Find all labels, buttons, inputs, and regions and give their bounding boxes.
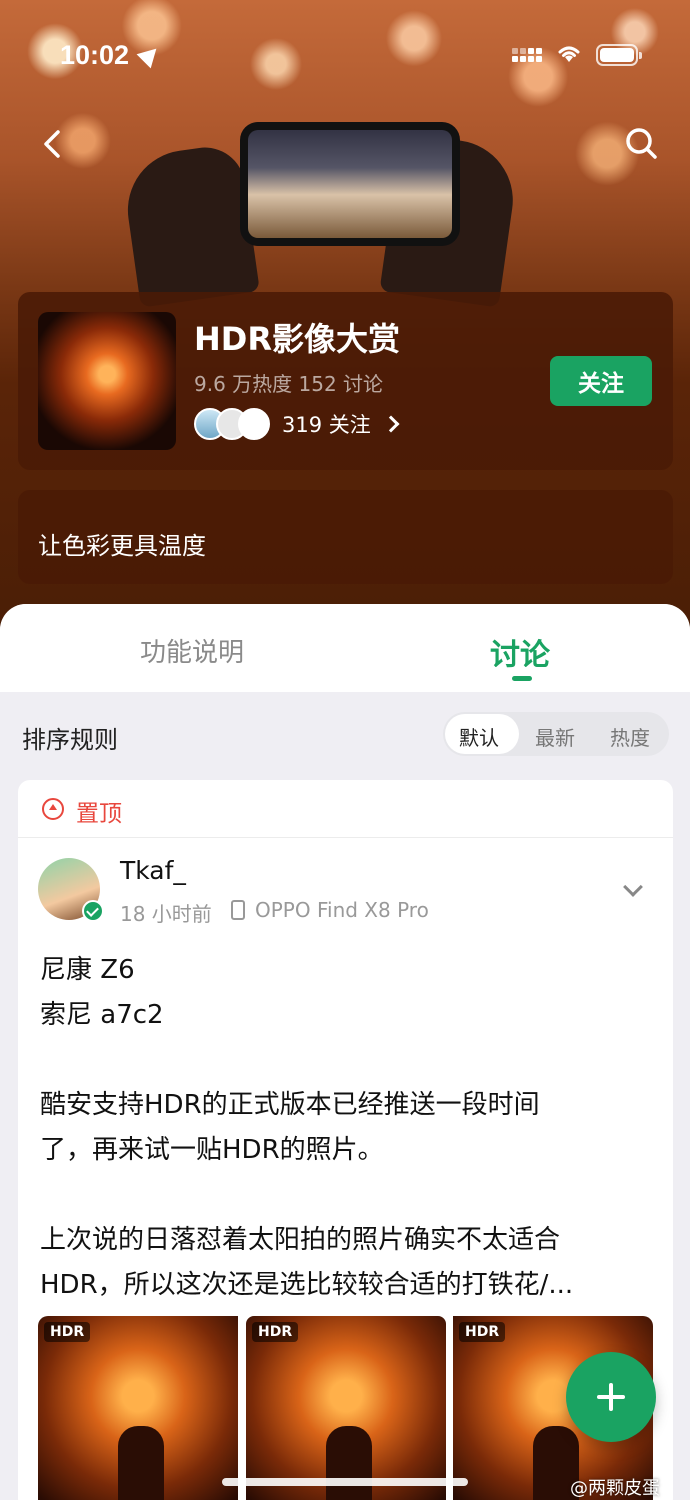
sort-option-hot[interactable]: 热度 [610, 722, 650, 751]
sort-bar: 排序规则 默认 最新 热度 [0, 692, 690, 780]
post-time: 18 小时前 [120, 902, 212, 926]
post-line: 酷安支持HDR的正式版本已经推送一段时间 [40, 1090, 540, 1120]
post-line [40, 1038, 640, 1083]
home-indicator[interactable] [222, 1478, 468, 1486]
tab-feature-description[interactable]: 功能说明 [140, 632, 244, 669]
topic-thumbnail [38, 312, 176, 450]
description-text: 让色彩更具温度 [38, 532, 206, 560]
sort-option-default[interactable]: 默认 [459, 722, 499, 751]
battery-icon [596, 44, 642, 66]
pinned-header: 置顶 [18, 780, 673, 838]
post-image-grid: HDR HDR HDR [38, 1316, 653, 1500]
post-body: 尼康 Z6 索尼 a7c2 酷安支持HDR的正式版本已经推送一段时间 了，再来试… [40, 948, 640, 1308]
topic-meta: 9.6 万热度 152 讨论 [194, 372, 384, 396]
wifi-icon [558, 46, 580, 62]
verified-icon [82, 900, 104, 922]
hdr-badge: HDR [252, 1322, 299, 1342]
post-line: 了，再来试一贴HDR的照片。 [40, 1135, 384, 1165]
watermark: @两颗皮蛋 [570, 1478, 660, 1499]
sort-option-latest[interactable]: 最新 [535, 722, 575, 751]
post-image[interactable]: HDR [38, 1316, 238, 1500]
hdr-badge: HDR [459, 1322, 506, 1342]
cellular-icon [512, 46, 544, 68]
chevron-right-icon [382, 415, 400, 433]
topic-card: HDR影像大赏 9.6 万热度 152 讨论 319 关注 关注 [18, 292, 673, 470]
followers-row[interactable]: 319 关注 [194, 406, 400, 442]
status-time: 10:02 [60, 40, 130, 70]
back-icon[interactable] [34, 124, 74, 164]
topic-description: 让色彩更具温度 [18, 490, 673, 584]
post-device: OPPO Find X8 Pro [255, 898, 429, 922]
post-line [40, 1173, 640, 1218]
post-line: HDR，所以这次还是选比较较合适的打铁花/... [40, 1270, 574, 1300]
tab-discussion[interactable]: 讨论 [490, 630, 550, 674]
active-tab-indicator [512, 676, 532, 681]
status-bar: 10:02 [0, 0, 690, 110]
followers-count: 319 关注 [282, 413, 371, 437]
post-line: 上次说的日落怼着太阳拍的照片确实不太适合 [40, 1225, 561, 1255]
sort-segmented-control: 默认 最新 热度 [443, 712, 669, 756]
phone-device-icon [231, 900, 245, 920]
post-image[interactable]: HDR [246, 1316, 446, 1500]
post-line: 索尼 a7c2 [40, 1000, 164, 1030]
author-name[interactable]: Tkaf_ [120, 856, 186, 885]
hdr-badge: HDR [44, 1322, 91, 1342]
topic-title: HDR影像大赏 [194, 320, 400, 358]
sort-label: 排序规则 [22, 726, 118, 754]
follower-avatar [238, 408, 270, 440]
search-icon[interactable] [622, 124, 662, 164]
follow-button[interactable]: 关注 [550, 356, 652, 406]
new-post-plus-icon[interactable] [566, 1352, 656, 1442]
post-line: 尼康 Z6 [40, 955, 135, 985]
hero-photo-hands [120, 110, 521, 308]
pinned-label: 置顶 [76, 801, 122, 827]
pin-icon [42, 798, 64, 820]
chevron-down-icon[interactable] [623, 877, 643, 897]
tab-bar: 功能说明 讨论 [0, 604, 690, 692]
location-arrow-icon [136, 41, 164, 69]
